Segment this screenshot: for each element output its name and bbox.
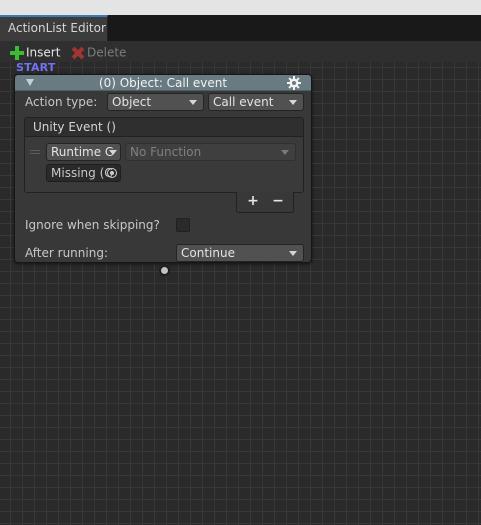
- gear-icon[interactable]: [287, 76, 301, 90]
- remove-listener-button[interactable]: −: [268, 193, 288, 209]
- action-type-label: Action type:: [25, 95, 98, 109]
- action-category-dropdown[interactable]: Object: [107, 93, 204, 111]
- ignore-when-skipping-label: Ignore when skipping?: [25, 218, 160, 232]
- ignore-when-skipping-checkbox[interactable]: [176, 218, 190, 232]
- tab-actionlist-editor[interactable]: ActionList Editor: [0, 15, 108, 41]
- insert-button-label: Insert: [26, 45, 61, 60]
- unity-event-box: Unity Event () Runtime C No Function Mis…: [24, 117, 304, 193]
- editor-tab-bar: ActionList Editor: [0, 15, 481, 41]
- dropdown-caret-icon: [109, 150, 117, 155]
- dropdown-caret-icon: [289, 251, 297, 256]
- runtime-option-value: Runtime C: [51, 145, 114, 159]
- delete-button-label: Delete: [87, 45, 127, 60]
- drag-handle-icon[interactable]: [30, 150, 40, 154]
- target-object-field[interactable]: Missing (C: [46, 164, 121, 182]
- delete-button[interactable]: Delete: [72, 42, 126, 62]
- unity-event-title: Unity Event (): [33, 120, 116, 134]
- function-placeholder: No Function: [130, 145, 202, 159]
- target-object-value: Missing (C: [51, 166, 113, 180]
- dropdown-caret-icon: [281, 150, 289, 155]
- after-running-value: Continue: [181, 246, 235, 260]
- runtime-option-dropdown[interactable]: Runtime C: [46, 143, 121, 161]
- unity-event-header: Unity Event (): [25, 118, 303, 137]
- add-listener-button[interactable]: +: [243, 193, 263, 209]
- event-add-remove-box: + −: [236, 192, 294, 213]
- action-name-value: Call event: [213, 95, 274, 109]
- start-label: START: [16, 61, 56, 74]
- delete-x-icon: [72, 47, 84, 59]
- action-category-value: Object: [112, 95, 152, 109]
- dropdown-caret-icon: [189, 100, 197, 105]
- after-running-dropdown[interactable]: Continue: [176, 244, 304, 262]
- insert-button[interactable]: Insert: [10, 42, 60, 62]
- node-header[interactable]: (0) Object: Call event: [15, 75, 311, 91]
- action-name-dropdown[interactable]: Call event: [208, 93, 304, 111]
- action-node[interactable]: (0) Object: Call event Action type: Obje…: [14, 74, 312, 263]
- dropdown-caret-icon: [289, 100, 297, 105]
- node-output-connector[interactable]: [159, 265, 170, 276]
- plus-icon: [10, 45, 24, 60]
- tab-title: ActionList Editor: [8, 21, 106, 35]
- after-running-label: After running:: [25, 246, 108, 260]
- object-picker-target-icon[interactable]: [107, 168, 117, 178]
- function-dropdown: No Function: [125, 143, 296, 161]
- editor-toolbar: Insert Delete: [0, 41, 481, 62]
- window-top-strip: [0, 0, 481, 15]
- node-title: (0) Object: Call event: [98, 76, 228, 90]
